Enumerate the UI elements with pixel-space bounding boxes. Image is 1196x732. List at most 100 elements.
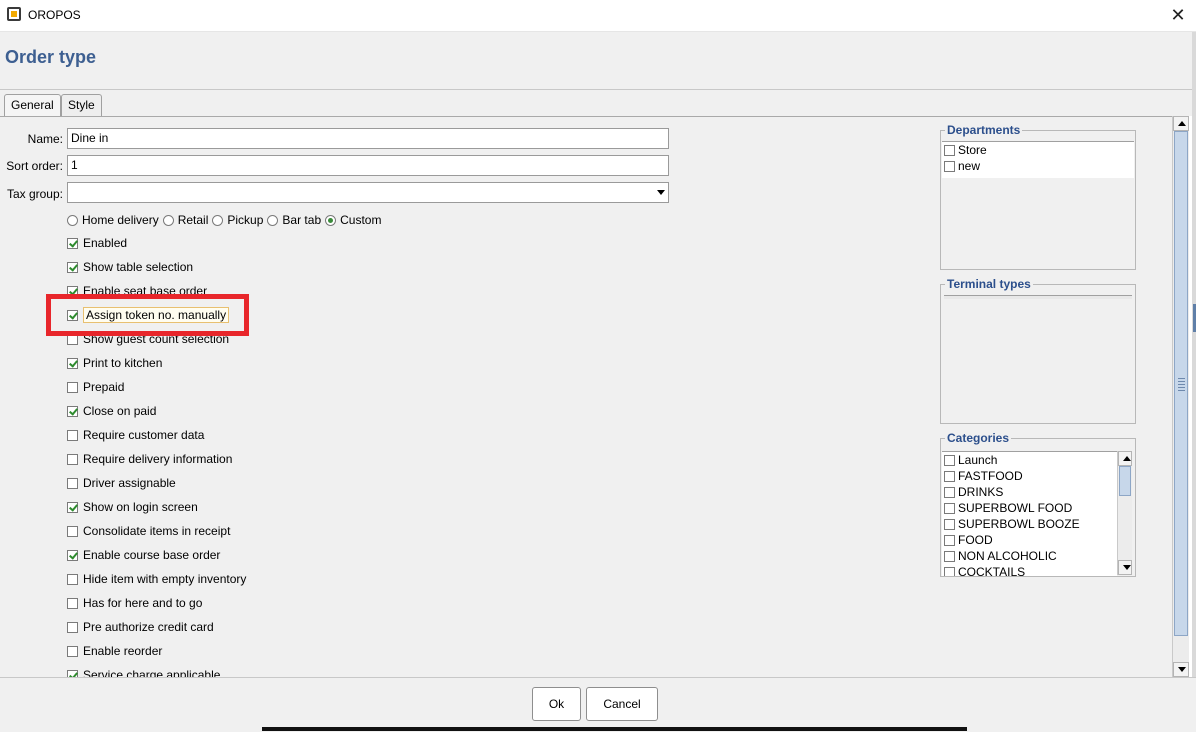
radio-button[interactable] xyxy=(162,214,174,226)
categories-title: Categories xyxy=(945,431,1012,445)
checkbox[interactable] xyxy=(67,357,78,369)
radio-home-delivery[interactable]: Home delivery xyxy=(67,213,159,227)
radio-button[interactable] xyxy=(267,214,279,226)
department-item[interactable]: Store xyxy=(942,142,1134,158)
checkbox[interactable] xyxy=(944,470,955,482)
checkbox-label: Has for here and to go xyxy=(83,596,203,610)
radio-label: Pickup xyxy=(227,213,264,227)
checkbox-require-delivery-info[interactable]: Require delivery information xyxy=(67,451,232,467)
checkbox[interactable] xyxy=(67,621,78,633)
checkbox-pre-authorize-card[interactable]: Pre authorize credit card xyxy=(67,619,214,635)
checkbox-consolidate-items[interactable]: Consolidate items in receipt xyxy=(67,523,230,539)
checkbox[interactable] xyxy=(944,550,955,562)
checkbox-close-on-paid[interactable]: Close on paid xyxy=(67,403,156,419)
checkbox-enable-reorder[interactable]: Enable reorder xyxy=(67,643,162,659)
sort-order-field[interactable]: 1 xyxy=(67,155,669,176)
category-item[interactable]: COCKTAILS xyxy=(942,564,1117,576)
tab-general[interactable]: General xyxy=(4,94,61,117)
category-item[interactable]: FOOD xyxy=(942,532,1117,548)
chevron-down-icon[interactable] xyxy=(657,190,665,195)
window-edge xyxy=(1192,32,1196,677)
department-item[interactable]: new xyxy=(942,158,1134,174)
scroll-thumb[interactable] xyxy=(1119,466,1131,496)
radio-button[interactable] xyxy=(212,214,224,226)
close-icon[interactable]: ✕ xyxy=(1166,4,1190,26)
checkbox-for-here-and-to-go[interactable]: Has for here and to go xyxy=(67,595,202,611)
list-item-label: new xyxy=(958,159,981,173)
order-kind-radio-group: Home delivery Retail Pickup Bar tab Cust… xyxy=(67,212,385,228)
list-item-label: FASTFOOD xyxy=(958,469,1023,483)
radio-bar-tab[interactable]: Bar tab xyxy=(267,213,321,227)
ok-button[interactable]: Ok xyxy=(532,687,581,721)
checkbox[interactable] xyxy=(67,429,78,441)
radio-retail[interactable]: Retail xyxy=(162,213,208,227)
scroll-up-icon[interactable] xyxy=(1118,451,1132,466)
checkbox-require-customer-data[interactable]: Require customer data xyxy=(67,427,204,443)
checkbox[interactable] xyxy=(67,501,78,513)
radio-button[interactable] xyxy=(67,214,78,226)
checkbox-show-on-login[interactable]: Show on login screen xyxy=(67,499,198,515)
checkbox[interactable] xyxy=(944,566,955,576)
tax-group-label: Tax group: xyxy=(6,187,63,201)
checkbox[interactable] xyxy=(944,144,955,156)
scroll-up-icon[interactable] xyxy=(1173,116,1189,131)
checkbox[interactable] xyxy=(67,549,78,561)
terminal-types-list xyxy=(944,295,1132,299)
cancel-button[interactable]: Cancel xyxy=(586,687,658,721)
checkbox[interactable] xyxy=(67,573,78,585)
category-item[interactable]: SUPERBOWL BOOZE xyxy=(942,516,1117,532)
scroll-down-icon[interactable] xyxy=(1173,662,1189,677)
checkbox-enabled[interactable]: Enabled xyxy=(67,235,127,251)
checkbox-show-table-selection[interactable]: Show table selection xyxy=(67,259,193,275)
category-item[interactable]: NON ALCOHOLIC xyxy=(942,548,1117,564)
checkbox-print-to-kitchen[interactable]: Print to kitchen xyxy=(67,355,162,371)
list-item-label: DRINKS xyxy=(958,485,1004,499)
radio-label: Home delivery xyxy=(82,213,159,227)
list-item-label: Store xyxy=(958,143,987,157)
oropos-logo-icon xyxy=(7,7,21,21)
checkbox-label: Driver assignable xyxy=(83,476,176,490)
name-label: Name: xyxy=(27,132,63,146)
checkbox[interactable] xyxy=(67,525,78,537)
checkbox[interactable] xyxy=(67,597,78,609)
checkbox[interactable] xyxy=(944,486,955,498)
scroll-thumb[interactable] xyxy=(1174,131,1188,636)
category-item[interactable]: FASTFOOD xyxy=(942,468,1117,484)
checkbox-prepaid[interactable]: Prepaid xyxy=(67,379,124,395)
checkbox-label: Print to kitchen xyxy=(83,356,163,370)
radio-custom[interactable]: Custom xyxy=(325,213,381,227)
departments-group: Departments Store new xyxy=(940,123,1136,270)
checkbox[interactable] xyxy=(67,381,78,393)
tab-style[interactable]: Style xyxy=(61,94,102,116)
checkbox-label: Require delivery information xyxy=(83,452,233,466)
tax-group-select[interactable] xyxy=(67,182,669,203)
name-field[interactable]: Dine in xyxy=(67,128,669,149)
radio-pickup[interactable]: Pickup xyxy=(212,213,263,227)
panel-scrollbar[interactable] xyxy=(1172,116,1189,677)
categories-scrollbar[interactable] xyxy=(1117,451,1132,575)
checkbox-label: Consolidate items in receipt xyxy=(83,524,231,538)
scroll-down-icon[interactable] xyxy=(1118,560,1132,575)
category-item[interactable]: SUPERBOWL FOOD xyxy=(942,500,1117,516)
category-item[interactable]: DRINKS xyxy=(942,484,1117,500)
checkbox[interactable] xyxy=(67,453,78,465)
tab-bar: General Style xyxy=(0,90,1192,117)
checkbox-label: Close on paid xyxy=(83,404,157,418)
checkbox[interactable] xyxy=(67,405,78,417)
checkbox[interactable] xyxy=(67,477,78,489)
checkbox[interactable] xyxy=(944,534,955,546)
checkbox[interactable] xyxy=(944,502,955,514)
radio-button[interactable] xyxy=(325,214,337,226)
checkbox-hide-empty-inventory[interactable]: Hide item with empty inventory xyxy=(67,571,246,587)
checkbox[interactable] xyxy=(944,160,955,172)
checkbox[interactable] xyxy=(67,237,78,249)
checkbox-enable-course-base-order[interactable]: Enable course base order xyxy=(67,547,220,563)
checkbox[interactable] xyxy=(67,645,78,657)
checkbox-driver-assignable[interactable]: Driver assignable xyxy=(67,475,176,491)
checkbox[interactable] xyxy=(944,518,955,530)
categories-group: Categories Launch FASTFOOD DRINKS SUPERB… xyxy=(940,431,1136,577)
category-item[interactable]: Launch xyxy=(942,452,1117,468)
checkbox[interactable] xyxy=(944,454,955,466)
checkbox-label: Prepaid xyxy=(83,380,125,394)
checkbox[interactable] xyxy=(67,261,78,273)
